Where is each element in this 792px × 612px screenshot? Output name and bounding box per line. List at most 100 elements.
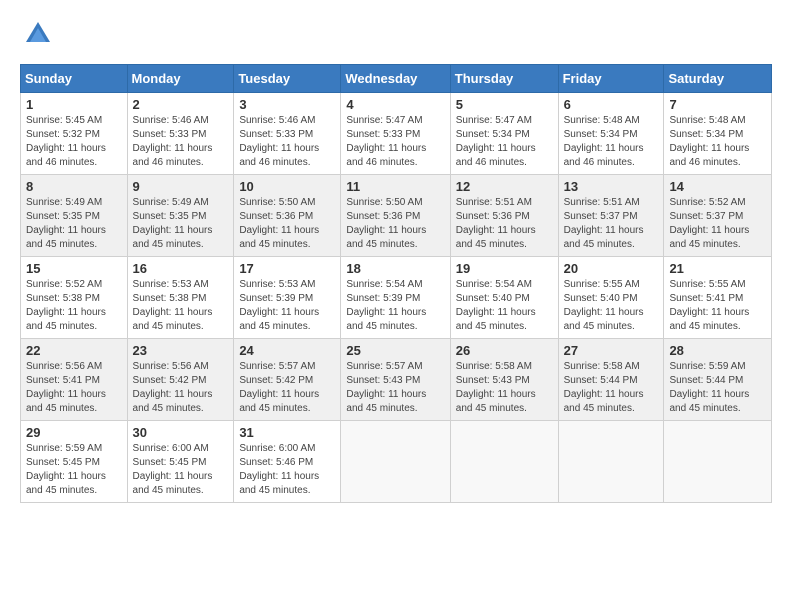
day-info: Sunrise: 5:58 AMSunset: 5:44 PMDaylight:… bbox=[564, 360, 659, 416]
day-info: Sunrise: 5:52 AMSunset: 5:38 PMDaylight:… bbox=[26, 278, 122, 334]
calendar-cell: 13 Sunrise: 5:51 AMSunset: 5:37 PMDaylig… bbox=[558, 175, 664, 257]
header-thursday: Thursday bbox=[450, 65, 558, 93]
calendar-cell: 28 Sunrise: 5:59 AMSunset: 5:44 PMDaylig… bbox=[664, 339, 772, 421]
day-info: Sunrise: 6:00 AMSunset: 5:46 PMDaylight:… bbox=[239, 442, 335, 498]
calendar-cell: 12 Sunrise: 5:51 AMSunset: 5:36 PMDaylig… bbox=[450, 175, 558, 257]
calendar-cell: 4 Sunrise: 5:47 AMSunset: 5:33 PMDayligh… bbox=[341, 93, 450, 175]
calendar-cell: 27 Sunrise: 5:58 AMSunset: 5:44 PMDaylig… bbox=[558, 339, 664, 421]
calendar-cell: 3 Sunrise: 5:46 AMSunset: 5:33 PMDayligh… bbox=[234, 93, 341, 175]
calendar-cell: 5 Sunrise: 5:47 AMSunset: 5:34 PMDayligh… bbox=[450, 93, 558, 175]
calendar-cell: 21 Sunrise: 5:55 AMSunset: 5:41 PMDaylig… bbox=[664, 257, 772, 339]
day-number: 29 bbox=[26, 425, 122, 440]
calendar-cell: 30 Sunrise: 6:00 AMSunset: 5:45 PMDaylig… bbox=[127, 421, 234, 503]
calendar-cell: 17 Sunrise: 5:53 AMSunset: 5:39 PMDaylig… bbox=[234, 257, 341, 339]
calendar-cell: 29 Sunrise: 5:59 AMSunset: 5:45 PMDaylig… bbox=[21, 421, 128, 503]
calendar-cell: 9 Sunrise: 5:49 AMSunset: 5:35 PMDayligh… bbox=[127, 175, 234, 257]
calendar-cell: 19 Sunrise: 5:54 AMSunset: 5:40 PMDaylig… bbox=[450, 257, 558, 339]
calendar-cell: 10 Sunrise: 5:50 AMSunset: 5:36 PMDaylig… bbox=[234, 175, 341, 257]
day-number: 31 bbox=[239, 425, 335, 440]
calendar-cell: 16 Sunrise: 5:53 AMSunset: 5:38 PMDaylig… bbox=[127, 257, 234, 339]
day-number: 30 bbox=[133, 425, 229, 440]
header-saturday: Saturday bbox=[664, 65, 772, 93]
day-number: 17 bbox=[239, 261, 335, 276]
calendar-cell: 20 Sunrise: 5:55 AMSunset: 5:40 PMDaylig… bbox=[558, 257, 664, 339]
header-wednesday: Wednesday bbox=[341, 65, 450, 93]
day-info: Sunrise: 5:58 AMSunset: 5:43 PMDaylight:… bbox=[456, 360, 553, 416]
calendar-cell: 18 Sunrise: 5:54 AMSunset: 5:39 PMDaylig… bbox=[341, 257, 450, 339]
day-info: Sunrise: 5:46 AMSunset: 5:33 PMDaylight:… bbox=[239, 114, 335, 170]
day-info: Sunrise: 5:52 AMSunset: 5:37 PMDaylight:… bbox=[669, 196, 766, 252]
day-number: 27 bbox=[564, 343, 659, 358]
day-number: 16 bbox=[133, 261, 229, 276]
calendar-cell: 26 Sunrise: 5:58 AMSunset: 5:43 PMDaylig… bbox=[450, 339, 558, 421]
header-sunday: Sunday bbox=[21, 65, 128, 93]
day-number: 7 bbox=[669, 97, 766, 112]
day-number: 3 bbox=[239, 97, 335, 112]
day-number: 13 bbox=[564, 179, 659, 194]
day-info: Sunrise: 5:56 AMSunset: 5:42 PMDaylight:… bbox=[133, 360, 229, 416]
calendar-cell: 23 Sunrise: 5:56 AMSunset: 5:42 PMDaylig… bbox=[127, 339, 234, 421]
calendar-cell: 15 Sunrise: 5:52 AMSunset: 5:38 PMDaylig… bbox=[21, 257, 128, 339]
day-number: 10 bbox=[239, 179, 335, 194]
day-info: Sunrise: 5:51 AMSunset: 5:37 PMDaylight:… bbox=[564, 196, 659, 252]
day-number: 24 bbox=[239, 343, 335, 358]
logo bbox=[20, 20, 52, 48]
calendar-cell: 11 Sunrise: 5:50 AMSunset: 5:36 PMDaylig… bbox=[341, 175, 450, 257]
day-info: Sunrise: 5:59 AMSunset: 5:45 PMDaylight:… bbox=[26, 442, 122, 498]
day-info: Sunrise: 5:57 AMSunset: 5:43 PMDaylight:… bbox=[346, 360, 444, 416]
day-info: Sunrise: 5:49 AMSunset: 5:35 PMDaylight:… bbox=[133, 196, 229, 252]
day-info: Sunrise: 5:45 AMSunset: 5:32 PMDaylight:… bbox=[26, 114, 122, 170]
day-number: 28 bbox=[669, 343, 766, 358]
day-info: Sunrise: 5:47 AMSunset: 5:33 PMDaylight:… bbox=[346, 114, 444, 170]
day-number: 18 bbox=[346, 261, 444, 276]
header bbox=[20, 20, 772, 48]
day-info: Sunrise: 5:59 AMSunset: 5:44 PMDaylight:… bbox=[669, 360, 766, 416]
header-monday: Monday bbox=[127, 65, 234, 93]
day-info: Sunrise: 5:54 AMSunset: 5:40 PMDaylight:… bbox=[456, 278, 553, 334]
day-info: Sunrise: 5:53 AMSunset: 5:39 PMDaylight:… bbox=[239, 278, 335, 334]
day-number: 25 bbox=[346, 343, 444, 358]
day-number: 19 bbox=[456, 261, 553, 276]
day-info: Sunrise: 5:56 AMSunset: 5:41 PMDaylight:… bbox=[26, 360, 122, 416]
week-row-2: 8 Sunrise: 5:49 AMSunset: 5:35 PMDayligh… bbox=[21, 175, 772, 257]
calendar-cell bbox=[558, 421, 664, 503]
calendar-cell: 2 Sunrise: 5:46 AMSunset: 5:33 PMDayligh… bbox=[127, 93, 234, 175]
day-number: 6 bbox=[564, 97, 659, 112]
day-info: Sunrise: 6:00 AMSunset: 5:45 PMDaylight:… bbox=[133, 442, 229, 498]
day-number: 23 bbox=[133, 343, 229, 358]
day-info: Sunrise: 5:49 AMSunset: 5:35 PMDaylight:… bbox=[26, 196, 122, 252]
week-row-1: 1 Sunrise: 5:45 AMSunset: 5:32 PMDayligh… bbox=[21, 93, 772, 175]
day-number: 14 bbox=[669, 179, 766, 194]
day-info: Sunrise: 5:48 AMSunset: 5:34 PMDaylight:… bbox=[564, 114, 659, 170]
calendar-cell: 6 Sunrise: 5:48 AMSunset: 5:34 PMDayligh… bbox=[558, 93, 664, 175]
day-info: Sunrise: 5:54 AMSunset: 5:39 PMDaylight:… bbox=[346, 278, 444, 334]
calendar-cell: 8 Sunrise: 5:49 AMSunset: 5:35 PMDayligh… bbox=[21, 175, 128, 257]
day-number: 21 bbox=[669, 261, 766, 276]
calendar-cell: 31 Sunrise: 6:00 AMSunset: 5:46 PMDaylig… bbox=[234, 421, 341, 503]
calendar-cell: 14 Sunrise: 5:52 AMSunset: 5:37 PMDaylig… bbox=[664, 175, 772, 257]
calendar-cell: 25 Sunrise: 5:57 AMSunset: 5:43 PMDaylig… bbox=[341, 339, 450, 421]
day-number: 15 bbox=[26, 261, 122, 276]
day-number: 8 bbox=[26, 179, 122, 194]
week-row-3: 15 Sunrise: 5:52 AMSunset: 5:38 PMDaylig… bbox=[21, 257, 772, 339]
day-info: Sunrise: 5:46 AMSunset: 5:33 PMDaylight:… bbox=[133, 114, 229, 170]
calendar-cell: 24 Sunrise: 5:57 AMSunset: 5:42 PMDaylig… bbox=[234, 339, 341, 421]
day-number: 12 bbox=[456, 179, 553, 194]
day-number: 1 bbox=[26, 97, 122, 112]
day-number: 22 bbox=[26, 343, 122, 358]
header-tuesday: Tuesday bbox=[234, 65, 341, 93]
day-number: 4 bbox=[346, 97, 444, 112]
day-info: Sunrise: 5:50 AMSunset: 5:36 PMDaylight:… bbox=[346, 196, 444, 252]
day-info: Sunrise: 5:50 AMSunset: 5:36 PMDaylight:… bbox=[239, 196, 335, 252]
day-info: Sunrise: 5:57 AMSunset: 5:42 PMDaylight:… bbox=[239, 360, 335, 416]
header-friday: Friday bbox=[558, 65, 664, 93]
calendar-cell bbox=[450, 421, 558, 503]
day-info: Sunrise: 5:53 AMSunset: 5:38 PMDaylight:… bbox=[133, 278, 229, 334]
day-info: Sunrise: 5:51 AMSunset: 5:36 PMDaylight:… bbox=[456, 196, 553, 252]
day-info: Sunrise: 5:55 AMSunset: 5:41 PMDaylight:… bbox=[669, 278, 766, 334]
day-number: 2 bbox=[133, 97, 229, 112]
day-info: Sunrise: 5:48 AMSunset: 5:34 PMDaylight:… bbox=[669, 114, 766, 170]
calendar-cell bbox=[664, 421, 772, 503]
calendar-cell: 7 Sunrise: 5:48 AMSunset: 5:34 PMDayligh… bbox=[664, 93, 772, 175]
logo-icon bbox=[24, 20, 52, 48]
